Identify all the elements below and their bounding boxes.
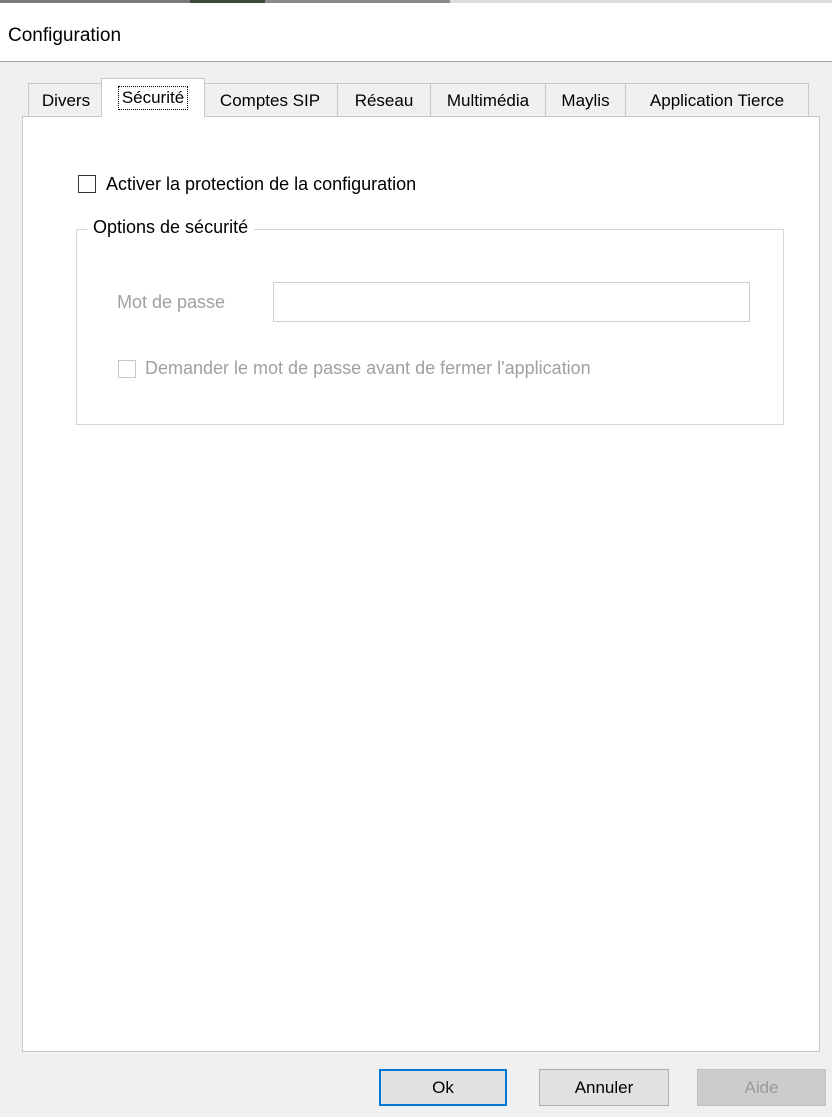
tab-maylis-label: Maylis [561, 90, 610, 110]
tab-reseau[interactable]: Réseau [337, 83, 431, 117]
password-input[interactable] [273, 282, 750, 322]
tab-comptes-sip-label: Comptes SIP [219, 90, 321, 110]
enable-protection-label[interactable]: Activer la protection de la configuratio… [106, 174, 416, 195]
tab-securite-label: Sécurité [117, 86, 189, 110]
tab-multimedia-label: Multimédia [446, 90, 530, 110]
security-tab-panel: Activer la protection de la configuratio… [22, 116, 820, 1052]
configuration-dialog: Configuration Divers Sécurité Comptes SI… [0, 0, 832, 1117]
tab-maylis[interactable]: Maylis [545, 83, 626, 117]
tab-securite[interactable]: Sécurité [101, 78, 205, 117]
security-options-legend: Options de sécurité [87, 217, 255, 238]
enable-protection-checkbox[interactable] [78, 175, 96, 193]
password-label: Mot de passe [117, 292, 226, 312]
window-title: Configuration [8, 25, 122, 46]
tab-application-tierce-label: Application Tierce [649, 90, 785, 110]
tab-multimedia[interactable]: Multimédia [430, 83, 546, 117]
tab-strip: Divers Sécurité Comptes SIP Réseau Multi… [28, 78, 809, 117]
tab-divers-label: Divers [41, 90, 91, 110]
title-bar[interactable]: Configuration [0, 3, 832, 62]
ask-password-checkbox[interactable] [118, 360, 136, 378]
security-options-group: Options de sécurité Mot de passe Demande… [76, 217, 784, 425]
tab-reseau-label: Réseau [354, 90, 414, 110]
ok-button[interactable]: Ok [379, 1069, 507, 1106]
tab-application-tierce[interactable]: Application Tierce [625, 83, 809, 117]
cancel-button[interactable]: Annuler [539, 1069, 669, 1106]
help-button[interactable]: Aide [697, 1069, 826, 1106]
tab-divers[interactable]: Divers [28, 83, 104, 117]
ask-password-label[interactable]: Demander le mot de passe avant de fermer… [145, 358, 591, 379]
tab-comptes-sip[interactable]: Comptes SIP [202, 83, 338, 117]
